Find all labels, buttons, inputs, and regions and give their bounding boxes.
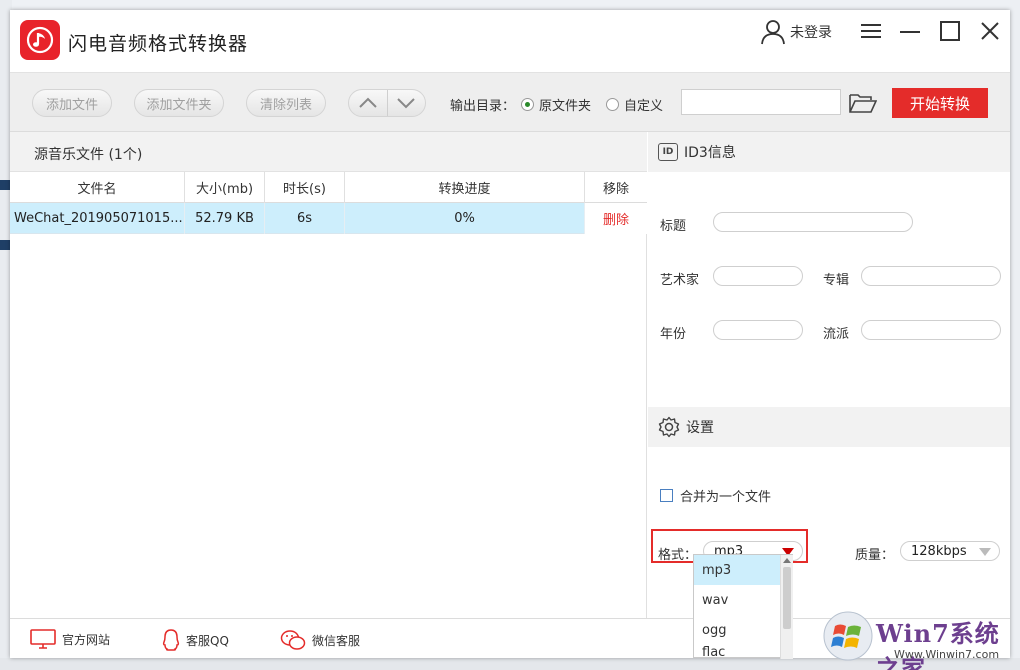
file-list-title: 源音乐文件 (1个) — [34, 144, 142, 164]
menu-icon — [860, 22, 882, 40]
scroll-up-icon — [783, 558, 791, 563]
format-option-wav[interactable]: wav — [694, 585, 780, 615]
customer-qq-link[interactable]: 客服QQ — [162, 629, 229, 651]
album-label: 专辑 — [823, 269, 849, 288]
title-bar: 闪电音频格式转换器 未登录 — [10, 10, 1010, 72]
customer-wechat-link[interactable]: 微信客服 — [280, 629, 360, 651]
delete-link[interactable]: 删除 — [603, 209, 629, 228]
quality-select[interactable]: 128kbps — [900, 541, 1000, 561]
customer-qq-label: 客服QQ — [186, 632, 229, 649]
add-folder-button[interactable]: 添加文件夹 — [134, 89, 224, 117]
close-icon — [980, 21, 1000, 41]
right-panel: ID ID3信息 标题 艺术家 专辑 年份 流派 设置 合并为一个文件 格式： … — [648, 132, 1010, 618]
merge-label: 合并为一个文件 — [680, 486, 771, 505]
settings-header: 设置 — [648, 407, 1010, 447]
reorder-buttons — [348, 89, 426, 117]
qq-icon — [162, 629, 180, 651]
folder-open-icon — [849, 93, 877, 113]
artist-input[interactable] — [713, 266, 803, 286]
menu-button[interactable] — [858, 20, 884, 42]
monitor-icon — [30, 629, 56, 649]
genre-input[interactable] — [861, 320, 1001, 340]
merge-checkbox[interactable]: 合并为一个文件 — [660, 486, 771, 505]
maximize-icon — [939, 21, 961, 41]
title-input[interactable] — [713, 212, 913, 232]
gear-icon — [658, 416, 680, 438]
table-row[interactable]: WeChat_201905071015... 52.79 KB 6s 0% 删除 — [10, 203, 647, 234]
customer-wechat-label: 微信客服 — [312, 632, 360, 649]
wechat-icon — [280, 629, 306, 651]
chevron-up-icon — [359, 97, 377, 109]
id3-icon: ID — [658, 143, 678, 161]
output-path-input[interactable] — [681, 89, 841, 115]
file-progress-cell: 0% — [345, 203, 585, 234]
settings-title: 设置 — [686, 417, 714, 437]
column-header-remove: 移除 — [585, 172, 647, 203]
column-header-size: 大小(mb) — [185, 172, 265, 203]
year-label: 年份 — [660, 323, 686, 342]
format-option-mp3[interactable]: mp3 — [694, 555, 780, 585]
watermark-url: Www.Winwin7.com — [894, 648, 999, 661]
file-list-header: 源音乐文件 (1个) — [10, 132, 647, 172]
id3-header: ID ID3信息 — [648, 132, 1010, 172]
year-input[interactable] — [713, 320, 803, 340]
chevron-down-icon — [397, 97, 415, 109]
dropdown-scrollbar[interactable] — [780, 555, 793, 659]
minimize-button[interactable] — [897, 20, 923, 42]
music-note-icon — [20, 20, 60, 60]
scroll-thumb[interactable] — [783, 567, 791, 629]
remove-cell: 删除 — [585, 203, 647, 234]
column-header-duration: 时长(s) — [265, 172, 345, 203]
close-button[interactable] — [977, 20, 1003, 42]
quality-select-value: 128kbps — [911, 544, 967, 559]
radio-original-label: 原文件夹 — [539, 95, 591, 114]
id3-title: ID3信息 — [684, 142, 736, 162]
login-area[interactable]: 未登录 — [760, 18, 832, 46]
radio-original-folder[interactable]: 原文件夹 — [521, 95, 591, 114]
official-website-link[interactable]: 官方网站 — [30, 629, 110, 649]
file-list-panel: 源音乐文件 (1个) 文件名 大小(mb) 时长(s) 转换进度 移除 WeCh… — [10, 132, 647, 618]
radio-dot-selected — [521, 98, 534, 111]
caret-down-icon — [979, 548, 991, 556]
album-input[interactable] — [861, 266, 1001, 286]
official-website-label: 官方网站 — [62, 631, 110, 648]
desktop-background-right — [1010, 0, 1020, 670]
file-name-cell: WeChat_201905071015... — [10, 203, 185, 234]
browse-folder-button[interactable] — [848, 90, 878, 116]
format-option-flac[interactable]: flac — [694, 645, 780, 659]
output-dir-label: 输出目录： — [450, 95, 515, 114]
radio-custom-label: 自定义 — [624, 95, 663, 114]
app-window: 闪电音频格式转换器 未登录 — [10, 10, 1010, 658]
maximize-button[interactable] — [937, 20, 963, 42]
column-header-progress: 转换进度 — [345, 172, 585, 203]
minimize-icon — [899, 22, 921, 40]
move-up-button[interactable] — [349, 90, 387, 116]
app-title: 闪电音频格式转换器 — [68, 29, 248, 56]
format-option-ogg[interactable]: ogg — [694, 615, 780, 645]
artist-label: 艺术家 — [660, 269, 699, 288]
windows-logo-icon — [822, 610, 874, 662]
title-label: 标题 — [660, 215, 686, 234]
radio-custom-folder[interactable]: 自定义 — [606, 95, 663, 114]
watermark-text: Win7系统之家 — [876, 614, 1012, 670]
genre-label: 流派 — [823, 323, 849, 342]
add-file-button[interactable]: 添加文件 — [32, 89, 112, 117]
site-watermark: Win7系统之家 Www.Winwin7.com — [822, 608, 1012, 664]
radio-dot — [606, 98, 619, 111]
user-icon — [760, 19, 786, 45]
format-dropdown-list[interactable]: mp3 wav ogg flac — [693, 554, 793, 658]
clear-list-button[interactable]: 清除列表 — [246, 89, 326, 117]
merge-check-box — [660, 489, 673, 502]
file-size-cell: 52.79 KB — [185, 203, 265, 234]
column-header-filename: 文件名 — [10, 172, 185, 203]
move-down-button[interactable] — [387, 90, 425, 116]
user-label: 未登录 — [790, 22, 832, 42]
table-header: 文件名 大小(mb) 时长(s) 转换进度 移除 — [10, 172, 647, 203]
start-convert-button[interactable]: 开始转换 — [892, 88, 988, 118]
format-label: 格式： — [658, 544, 697, 563]
file-duration-cell: 6s — [265, 203, 345, 234]
quality-label: 质量： — [855, 544, 894, 563]
toolbar: 添加文件 添加文件夹 清除列表 输出目录： 原文件夹 自定义 — [10, 72, 1010, 132]
